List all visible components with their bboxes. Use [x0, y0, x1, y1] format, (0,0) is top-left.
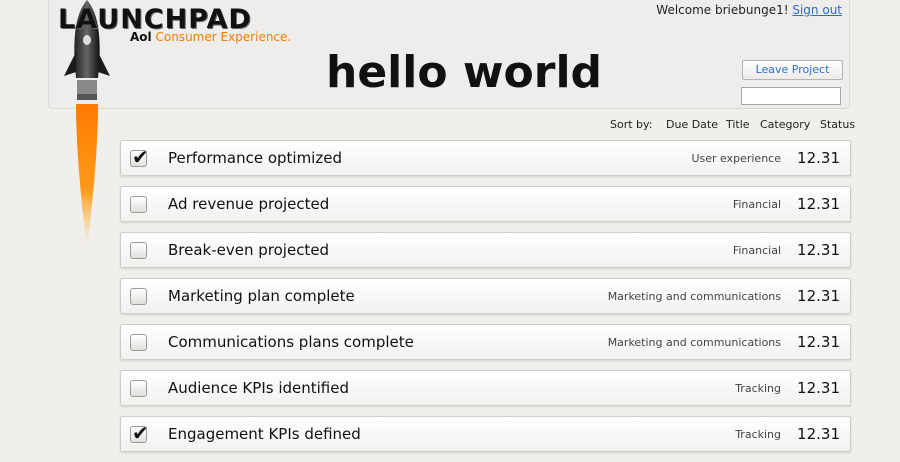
task-checkbox[interactable]: [130, 196, 147, 213]
task-title: Audience KPIs identified: [168, 379, 349, 397]
task-title: Marketing plan complete: [168, 287, 355, 305]
leave-project-button[interactable]: Leave Project: [742, 60, 843, 80]
sort-by-label: Sort by:: [610, 118, 653, 131]
aol-brand-text: Aol: [130, 30, 152, 44]
sort-option-title[interactable]: Title: [726, 118, 750, 131]
consumer-experience-text: Consumer Experience.: [155, 30, 292, 44]
task-category: Marketing and communications: [607, 290, 781, 303]
task-row[interactable]: Marketing plan complete Marketing and co…: [120, 278, 851, 314]
task-list: ✔ Performance optimized User experience …: [120, 140, 851, 462]
logo-subtitle: Aol Consumer Experience.: [130, 30, 291, 44]
checkmark-icon: ✔: [132, 145, 149, 169]
project-input-field[interactable]: [741, 87, 841, 105]
welcome-area: Welcome briebunge1! Sign out: [656, 3, 842, 17]
task-due-date: 12.31: [797, 195, 840, 213]
sort-option-status[interactable]: Status: [820, 118, 855, 131]
task-category: Tracking: [735, 382, 781, 395]
task-checkbox[interactable]: [130, 288, 147, 305]
welcome-text: Welcome briebunge1!: [656, 3, 789, 17]
task-category: Financial: [732, 198, 781, 211]
task-title: Ad revenue projected: [168, 195, 330, 213]
sort-bar: Sort by: Due Date Title Category Status: [0, 118, 900, 134]
task-checkbox[interactable]: [130, 380, 147, 397]
task-row[interactable]: ✔ Performance optimized User experience …: [120, 140, 851, 176]
sort-option-category[interactable]: Category: [760, 118, 810, 131]
task-checkbox[interactable]: ✔: [130, 421, 149, 445]
page-title: hello world: [326, 47, 603, 98]
task-category: User experience: [691, 152, 781, 165]
task-category: Financial: [732, 244, 781, 257]
task-category: Tracking: [735, 428, 781, 441]
task-due-date: 12.31: [797, 241, 840, 259]
task-row[interactable]: Communications plans complete Marketing …: [120, 324, 851, 360]
checkmark-icon: ✔: [132, 421, 149, 445]
task-checkbox[interactable]: ✔: [130, 145, 149, 169]
task-due-date: 12.31: [797, 149, 840, 167]
task-due-date: 12.31: [797, 333, 840, 351]
task-row[interactable]: Ad revenue projected Financial 12.31: [120, 186, 851, 222]
task-checkbox[interactable]: [130, 242, 147, 259]
task-category: Marketing and communications: [607, 336, 781, 349]
task-row[interactable]: Break-even projected Financial 12.31: [120, 232, 851, 268]
task-due-date: 12.31: [797, 287, 840, 305]
task-title: Break-even projected: [168, 241, 330, 259]
task-title: Communications plans complete: [168, 333, 414, 351]
task-row[interactable]: ✔ Engagement KPIs defined Tracking 12.31: [120, 416, 851, 452]
task-title: Performance optimized: [168, 149, 342, 167]
task-row[interactable]: Audience KPIs identified Tracking 12.31: [120, 370, 851, 406]
task-title: Engagement KPIs defined: [168, 425, 361, 443]
sign-out-link[interactable]: Sign out: [792, 3, 842, 17]
task-due-date: 12.31: [797, 379, 840, 397]
task-checkbox[interactable]: [130, 334, 147, 351]
sort-option-due-date[interactable]: Due Date: [666, 118, 718, 131]
task-due-date: 12.31: [797, 425, 840, 443]
